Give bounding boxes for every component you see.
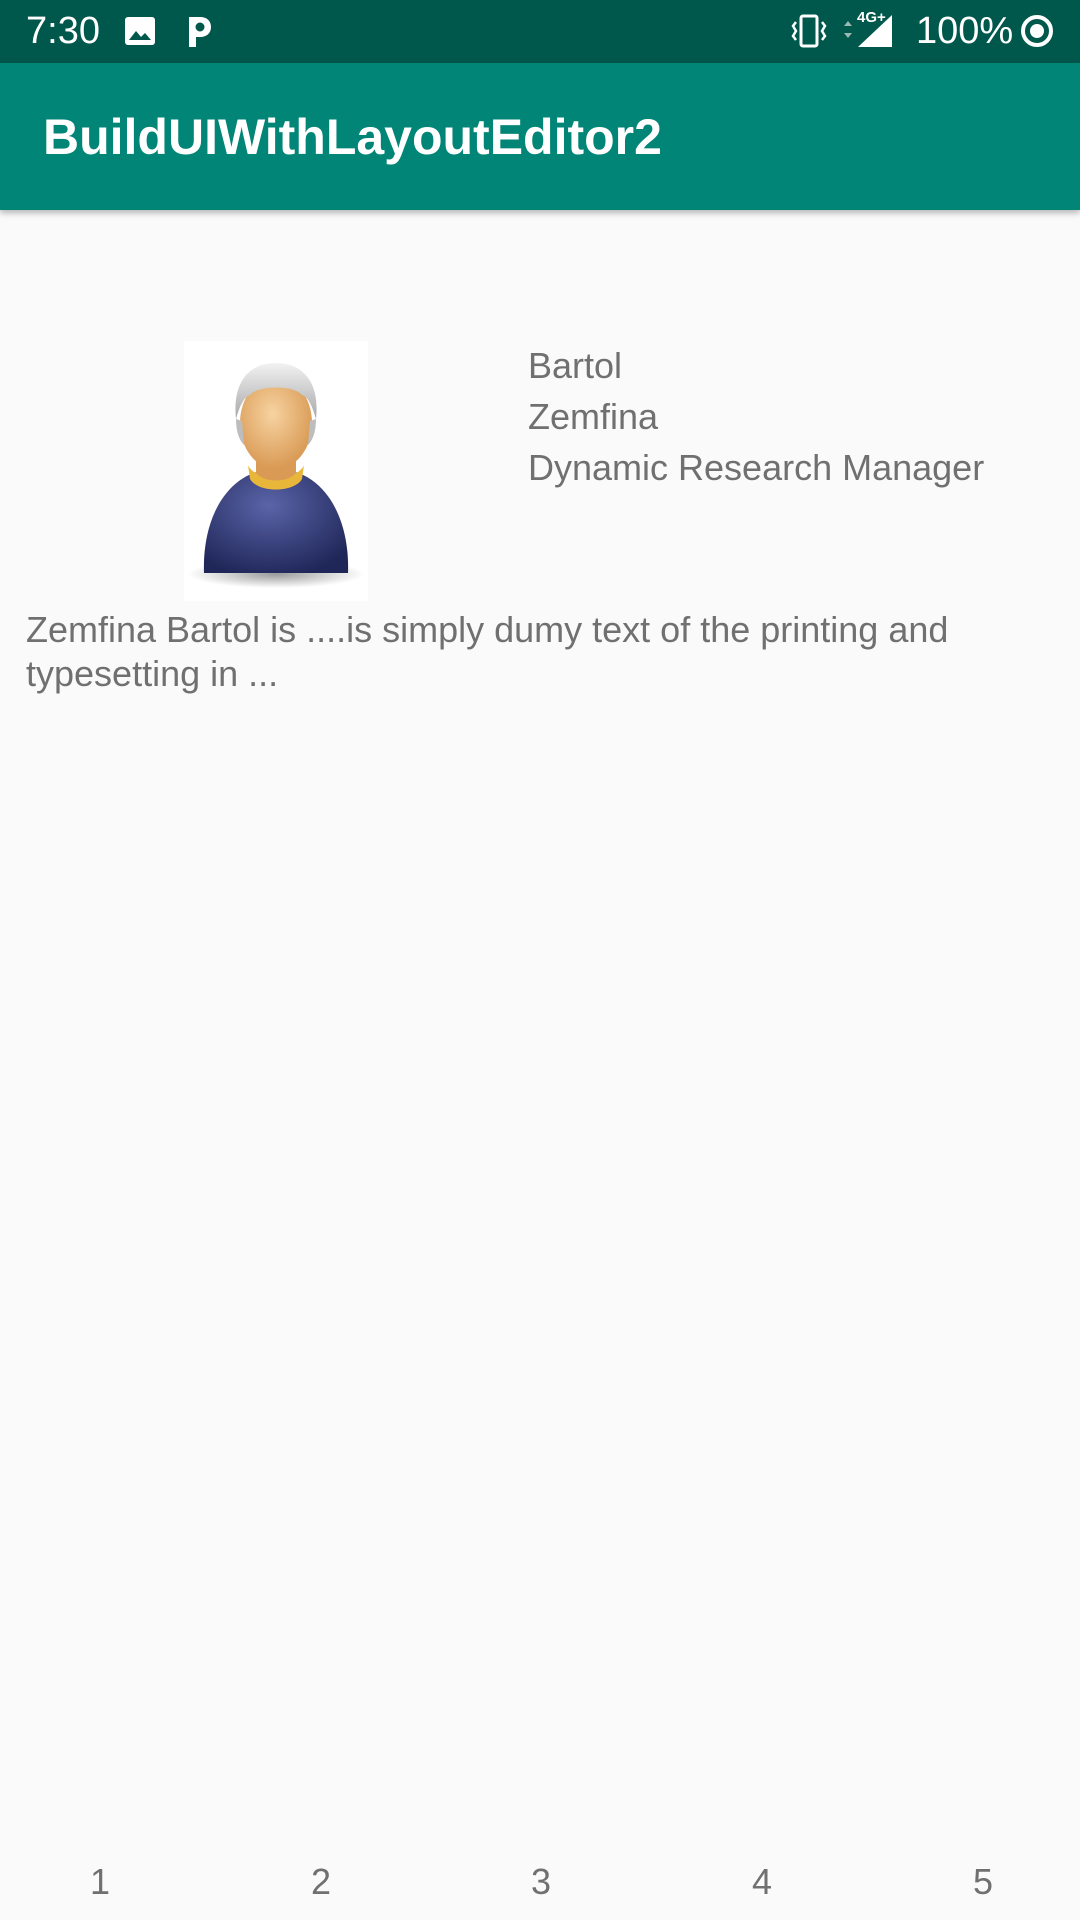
avatar	[184, 341, 368, 601]
nav-item-2[interactable]: 2	[291, 1858, 351, 1906]
last-name: Bartol	[528, 345, 623, 386]
nav-item-3[interactable]: 3	[511, 1858, 571, 1906]
app-title: BuildUIWithLayoutEditor2	[43, 109, 662, 165]
job-title: Dynamic Research Manager	[528, 447, 985, 488]
screen: 7:30 4G+ 100% BuildUIWithLayoutEditor2 B…	[0, 0, 1080, 1920]
app-bar: BuildUIWithLayoutEditor2	[0, 63, 1080, 210]
p-app-icon	[189, 17, 211, 47]
person-avatar-icon	[188, 363, 364, 588]
first-name: Zemfina	[528, 396, 659, 437]
vibrate-icon	[791, 14, 827, 48]
status-bar: 7:30 4G+ 100%	[0, 0, 1080, 63]
signal-icon	[844, 15, 892, 47]
image-icon	[125, 17, 155, 45]
nav-item-5[interactable]: 5	[953, 1858, 1013, 1906]
nav-item-1[interactable]: 1	[70, 1858, 130, 1906]
nav-item-4[interactable]: 4	[732, 1858, 792, 1906]
profile-description: Zemfina Bartol is ....is simply dumy tex…	[26, 609, 949, 694]
sync-circle-icon	[1021, 15, 1053, 47]
status-time: 7:30	[26, 10, 100, 52]
profile-content: Bartol Zemfina Dynamic Research Manager …	[0, 210, 1080, 1920]
bottom-number-bar: 1 2 3 4 5	[0, 1858, 1080, 1906]
battery-percent: 100%	[916, 10, 1014, 52]
